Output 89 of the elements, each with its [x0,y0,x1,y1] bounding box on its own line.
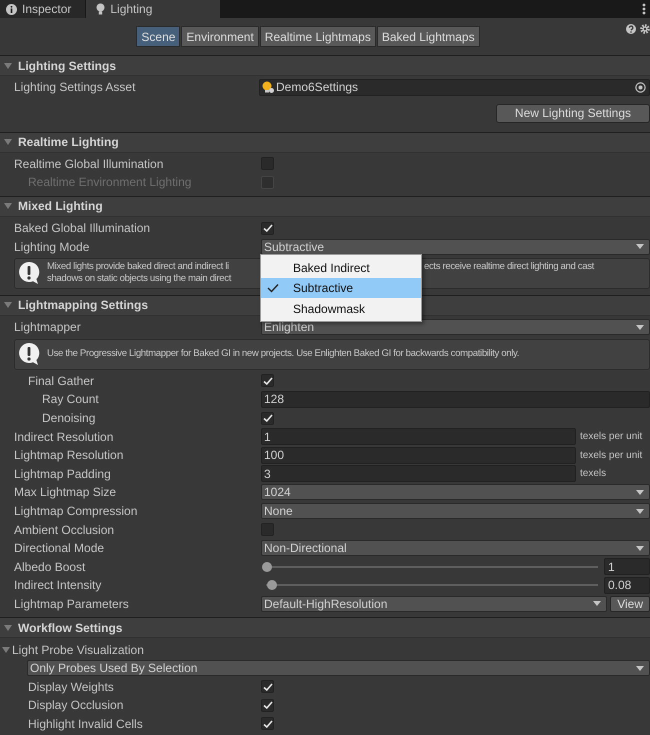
field-label: Ray Count [41,392,100,406]
field-label: Display Weights [27,680,115,694]
unit-label: texels per unit [579,431,644,442]
field-label: Lightmap Parameters [13,596,130,611]
view-button[interactable]: View [610,596,650,612]
input-field[interactable]: 1 [261,428,576,446]
help-text: Use the Progressive Lightmapper for Baked GI in new projects. Use Enlighten Baked GI for backwards compatibility only. [47,348,520,360]
caret-icon [636,666,644,671]
field-label: Lightmap Compression [13,504,138,518]
foldout-arrow-icon[interactable] [4,62,12,70]
section-title: Lighting Settings [18,58,116,72]
menu-item[interactable]: Baked Indirect [261,257,421,278]
input-field[interactable]: 3 [261,465,576,482]
checkbox[interactable] [261,680,274,694]
window-tab[interactable]: Inspector [0,0,86,18]
field-label: Directional Mode [13,541,106,556]
field-label: Highlight Invalid Cells [27,716,144,731]
caret-icon [593,601,602,606]
field-label: Realtime Global Illumination [13,156,164,171]
toolbar-tab[interactable]: Baked Lightmaps [376,26,480,47]
warning-icon [18,261,40,286]
input-field[interactable]: 100 [261,446,576,464]
foldout-arrow-icon[interactable] [4,138,12,146]
field-label: Final Gather [27,374,96,388]
section-title: Lightmapping Settings [18,298,148,312]
dropdown[interactable]: 1024 [261,484,650,500]
help-icon[interactable] [626,24,636,34]
caret-icon [636,508,644,514]
caret-icon [636,244,644,250]
dropdown[interactable]: None [261,503,650,520]
foldout-arrow-icon[interactable] [4,624,12,632]
window-tab[interactable]: Lighting [86,0,220,18]
menu-item[interactable]: Subtractive [261,278,421,298]
new-settings-button[interactable]: New Lighting Settings [496,104,650,123]
settings-icon[interactable] [640,24,650,34]
number-field[interactable]: 0.08 [604,576,650,594]
more-menu-icon[interactable] [642,3,646,15]
checkbox[interactable] [261,412,274,425]
caret-icon [636,324,644,330]
field-label: Denoising [41,411,96,426]
dropdown[interactable]: Default-HighResolution [261,596,608,612]
object-picker-icon[interactable] [635,82,646,93]
checkbox[interactable] [261,374,274,388]
section-title: Mixed Lighting [18,199,103,214]
field-label: Lightmap Resolution [13,448,124,462]
object-name: Demo6Settings [276,80,358,94]
foldout-label[interactable]: Light Probe Visualization [12,642,144,657]
number-field[interactable]: 1 [604,558,650,576]
foldout-arrow-icon[interactable] [4,202,12,210]
toolbar-tab[interactable]: Environment [181,26,259,47]
unit-label: texels per unit [579,450,644,461]
foldout-arrow-icon[interactable] [2,646,10,654]
dropdown[interactable]: Enlighten [261,319,650,336]
menu-item[interactable]: Shadowmask [261,298,421,319]
field-label: Baked Global Illumination [13,221,152,236]
toolbar-tab[interactable]: Realtime Lightmaps [260,26,376,47]
help-text: ects receive realtime direct lighting and cast [424,261,594,274]
dropdown[interactable]: Only Probes Used By Selection [27,660,650,676]
input-field[interactable]: 128 [261,390,650,408]
warning-icon [18,342,40,366]
section-title: Workflow Settings [18,620,122,635]
checkbox[interactable] [261,222,274,235]
field-label: Indirect Resolution [13,430,114,444]
checkbox[interactable] [261,717,274,730]
field-label: Max Lightmap Size [13,485,118,500]
field-label: Lightmap Padding [13,466,112,481]
info-icon [6,4,17,14]
light-bulb-icon [96,3,106,15]
check-icon [267,283,279,294]
field-label: Display Occlusion [27,698,124,712]
caret-icon [636,490,644,495]
help-text: Mixed lights provide baked direct and indirect li shadows on static objects using the main direct [47,261,232,286]
object-field[interactable]: Demo6Settings [259,78,650,96]
foldout-arrow-icon[interactable] [4,301,12,310]
caret-icon [636,546,644,551]
field-label: Albedo Boost [13,560,86,574]
checkbox[interactable] [261,698,274,712]
asset-icon [261,80,275,94]
dropdown[interactable]: Subtractive [261,238,650,255]
field-label: Lighting Mode [13,240,90,254]
dropdown[interactable]: Non-Directional [261,540,650,556]
slider[interactable] [262,560,598,573]
field-label: Lightmapper [13,320,82,334]
section-title: Realtime Lighting [18,135,119,150]
field-label: Indirect Intensity [13,578,102,592]
toolbar-tab[interactable]: Scene [136,26,180,47]
field-label: Ambient Occlusion [13,522,116,537]
unit-label: texels [579,468,608,480]
field-label: Lighting Settings Asset [13,80,136,94]
